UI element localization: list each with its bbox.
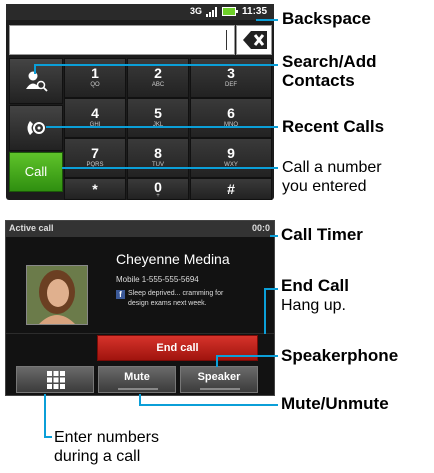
key-digit: 1 — [91, 65, 99, 81]
active-call-title: Active call — [9, 223, 54, 233]
callout-line — [270, 235, 278, 237]
callout-speakerphone: Speakerphone — [281, 346, 399, 365]
key-letters: DEF — [225, 82, 237, 88]
callout-line — [139, 404, 278, 406]
callout-end-call-title: End Call — [281, 276, 350, 295]
dialpad-key[interactable]: 6 MNO — [190, 98, 272, 138]
recent-calls-icon — [27, 121, 45, 135]
dialer-screen: 3G 11:35 Call 1 QO 2 ABC 3 DEF 4 GHI 5 J… — [6, 4, 274, 200]
callout-enter-numbers-1: Enter numbers — [54, 429, 159, 446]
dialpad-key[interactable]: 0 + — [127, 178, 189, 200]
dialpad-key[interactable]: 5 JKL — [127, 98, 189, 138]
backspace-button[interactable] — [236, 25, 272, 55]
callout-search-add-2: Contacts — [282, 71, 355, 90]
callout-line — [44, 436, 52, 438]
callout-line — [46, 126, 278, 128]
callout-search-add-1: Search/Add — [282, 52, 377, 71]
call-button-label: Call — [24, 164, 48, 179]
caller-name: Cheyenne Medina — [116, 251, 230, 267]
call-timer: 00:0 — [252, 223, 271, 233]
speaker-button[interactable]: Speaker — [180, 366, 258, 393]
signal-icon — [206, 7, 218, 17]
clock: 11:35 — [242, 6, 268, 17]
key-digit: 6 — [227, 105, 235, 121]
key-digit: # — [227, 181, 235, 197]
text-cursor — [226, 30, 227, 50]
callout-line — [62, 167, 278, 169]
key-digit: 9 — [227, 145, 235, 161]
active-call-header: Active call 00:0 — [6, 221, 274, 237]
key-digit: 3 — [227, 65, 235, 81]
key-digit: 2 — [154, 65, 162, 81]
dialpad-key[interactable]: 7 PQRS — [64, 138, 126, 178]
backspace-icon — [243, 31, 267, 49]
dialpad-button[interactable] — [16, 366, 94, 393]
recent-calls-button[interactable] — [9, 105, 63, 151]
dialpad-icon — [47, 371, 65, 389]
callout-call-number-1: Call a number — [282, 159, 382, 176]
callout-call-number-2: you entered — [282, 178, 367, 195]
speaker-label: Speaker — [197, 371, 241, 383]
mute-indicator — [118, 388, 158, 390]
callout-line — [34, 64, 278, 66]
active-call-screen: Active call 00:0 Cheyenne Medina Mobile … — [5, 220, 275, 396]
caller-avatar-icon — [27, 266, 87, 324]
callout-enter-numbers-2: during a call — [54, 448, 141, 465]
divider — [6, 333, 274, 334]
status-bar: 3G 11:35 — [6, 4, 274, 20]
key-digit: * — [92, 181, 98, 197]
number-input[interactable] — [9, 25, 235, 55]
callout-line — [264, 288, 266, 334]
caller-number: Mobile 1-555-555-5694 — [116, 275, 199, 284]
mute-label: Mute — [124, 371, 150, 383]
caller-status-1: Sleep deprived... cramming for — [128, 290, 224, 297]
callout-end-call-desc: Hang up. — [281, 297, 346, 314]
key-digit: 5 — [154, 105, 162, 121]
dialpad-key[interactable]: 4 GHI — [64, 98, 126, 138]
key-digit: 4 — [91, 105, 99, 121]
callout-line — [256, 19, 278, 21]
callout-line — [44, 394, 46, 438]
key-digit: 8 — [154, 145, 162, 161]
callout-line — [139, 394, 141, 404]
mute-button[interactable]: Mute — [98, 366, 176, 393]
callout-line — [264, 288, 278, 290]
contact-search-icon — [26, 71, 48, 92]
callout-line — [216, 355, 278, 357]
dialpad-key[interactable]: 9 WXY — [190, 138, 272, 178]
callout-call-timer: Call Timer — [281, 225, 363, 244]
network-indicator: 3G — [190, 6, 203, 16]
dialpad-key[interactable]: * — [64, 178, 126, 200]
dialpad-key[interactable]: 8 TUV — [127, 138, 189, 178]
key-digit: 7 — [91, 145, 99, 161]
dialpad-key[interactable]: # — [190, 178, 272, 200]
facebook-icon: f — [116, 290, 125, 299]
callout-mute-unmute: Mute/Unmute — [281, 394, 389, 413]
caller-status-2: design exams next week. — [128, 300, 207, 307]
end-call-button[interactable]: End call — [97, 335, 258, 361]
speaker-indicator — [200, 388, 240, 390]
callout-line — [216, 355, 218, 367]
key-letters: ABC — [151, 82, 165, 88]
end-call-label: End call — [156, 342, 199, 354]
callout-backspace: Backspace — [282, 9, 371, 28]
key-letters: + — [156, 193, 160, 199]
battery-icon — [222, 7, 238, 16]
key-letters: QO — [90, 82, 100, 88]
caller-photo — [26, 265, 88, 325]
call-button[interactable]: Call — [9, 152, 63, 192]
callout-recent-calls: Recent Calls — [282, 117, 385, 136]
